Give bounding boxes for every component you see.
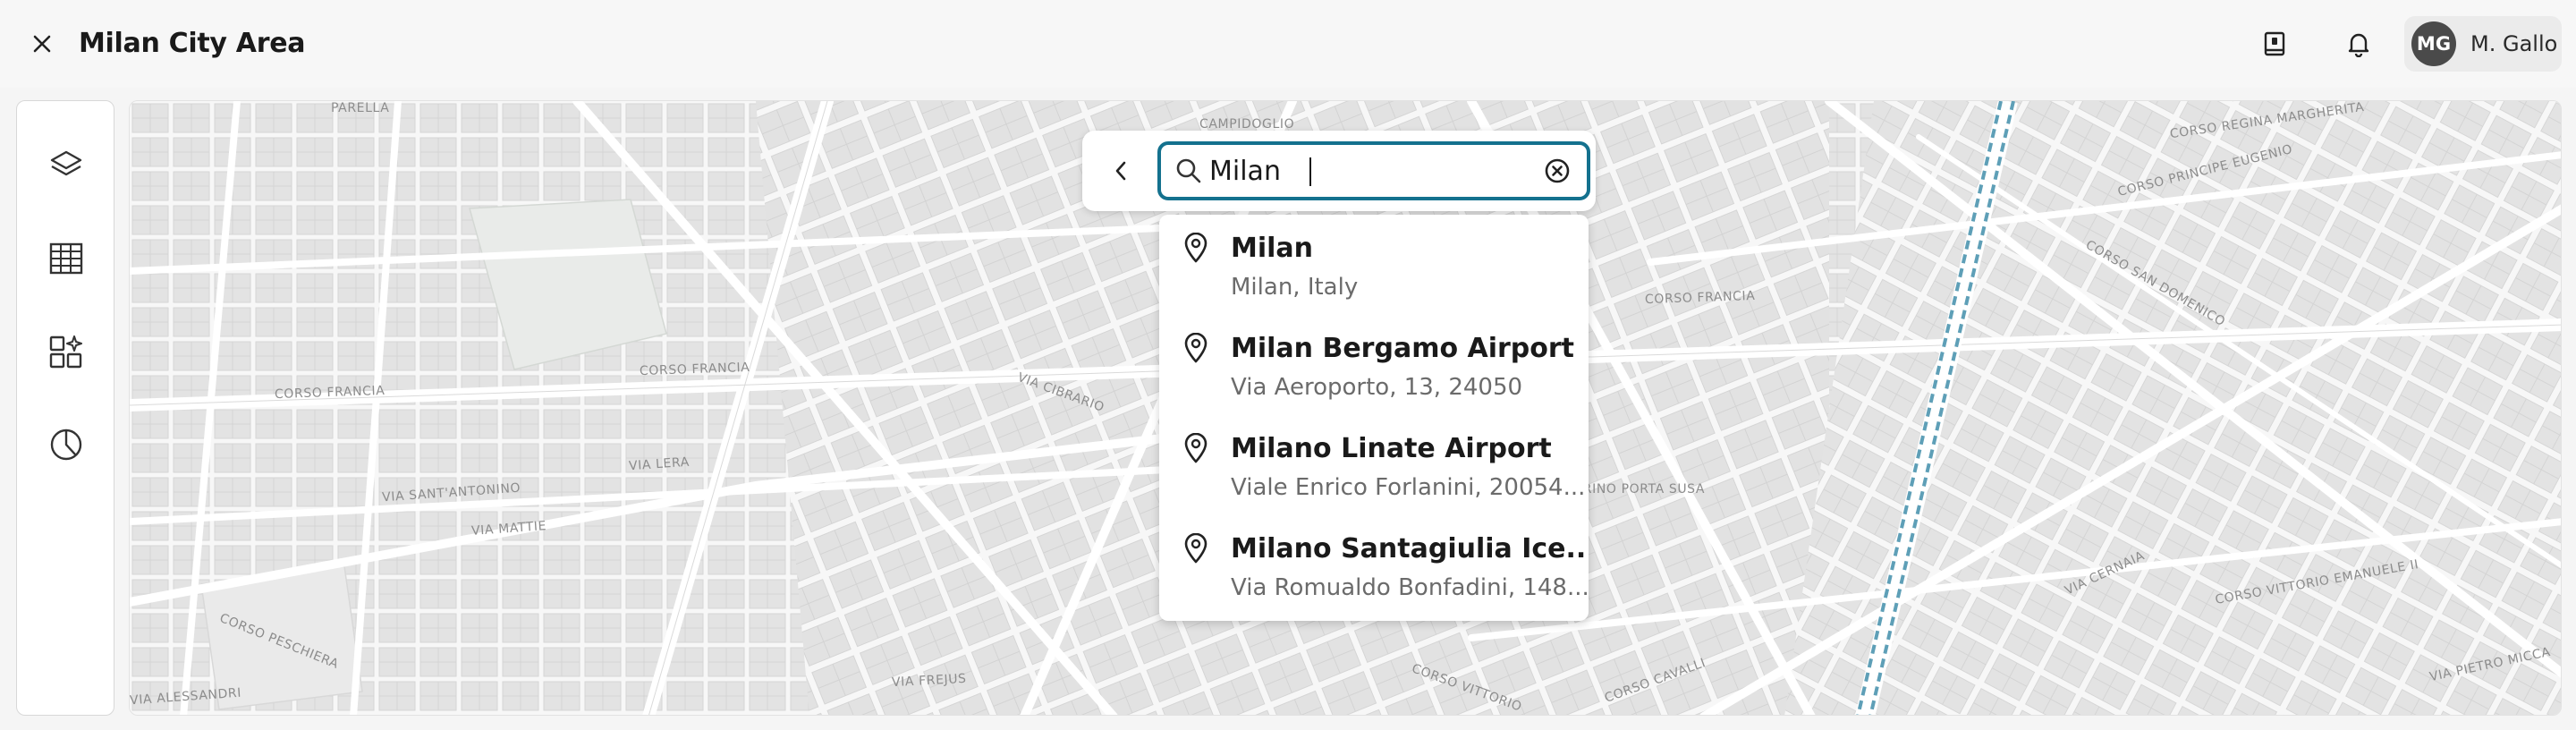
close-icon (33, 35, 51, 53)
result-address: Viale Enrico Forlanini, 20054... (1231, 474, 1586, 501)
bell-icon (2348, 33, 2369, 57)
result-name: Milano Santagiulia Ice... (1231, 533, 1589, 564)
search-panel (1082, 131, 1596, 211)
chevron-left-icon (1115, 161, 1126, 181)
table-button[interactable] (39, 232, 93, 285)
page-title: Milan City Area (79, 28, 306, 59)
location-pin-icon (1184, 233, 1208, 263)
close-button[interactable] (21, 23, 63, 64)
avatar: MG (2411, 21, 2456, 66)
notifications-button[interactable] (2336, 21, 2381, 66)
pie-chart-icon (50, 429, 82, 461)
result-address: Via Aeroporto, 13, 24050 (1231, 374, 1523, 401)
result-name: Milano Linate Airport (1231, 433, 1552, 464)
table-icon (49, 242, 83, 275)
location-pin-icon (1184, 533, 1208, 564)
street-label: Campidoglio (1199, 117, 1295, 132)
result-address: Milan, Italy (1231, 274, 1359, 301)
search-icon (1176, 158, 1201, 183)
search-results-dropdown: Milan Milan, Italy Milan Bergamo Airport… (1159, 215, 1589, 621)
layers-icon (50, 150, 82, 176)
search-result-item[interactable]: Milano Linate Airport Viale Enrico Forla… (1159, 415, 1589, 515)
back-button[interactable] (1100, 150, 1141, 191)
layers-button[interactable] (39, 139, 93, 192)
book-button[interactable] (2252, 21, 2297, 66)
location-pin-icon (1184, 333, 1208, 363)
user-name: M. Gallo (2470, 31, 2558, 56)
analytics-button[interactable] (39, 418, 93, 471)
widgets-button[interactable] (39, 325, 93, 378)
search-result-item[interactable]: Milan Milan, Italy (1159, 215, 1589, 315)
result-address: Via Romualdo Bonfadini, 148... (1231, 574, 1589, 601)
search-result-item[interactable]: Milan Bergamo Airport Via Aeroporto, 13,… (1159, 315, 1589, 415)
street-label: Parella (331, 101, 390, 115)
text-caret (1309, 157, 1311, 186)
search-field[interactable] (1157, 141, 1590, 200)
location-pin-icon (1184, 433, 1208, 463)
app-header: Milan City Area MG M. Gallo (0, 0, 2576, 88)
book-icon (2264, 31, 2285, 56)
result-name: Milan (1231, 233, 1314, 264)
result-name: Milan Bergamo Airport (1231, 333, 1575, 364)
user-menu[interactable]: MG M. Gallo (2404, 16, 2562, 72)
widgets-icon (49, 335, 82, 369)
clear-circle-icon (1545, 158, 1570, 183)
search-result-item[interactable]: Milano Santagiulia Ice... Via Romualdo B… (1159, 515, 1589, 615)
search-input[interactable] (1209, 150, 1531, 191)
clear-search-button[interactable] (1542, 156, 1572, 186)
map-toolbar (16, 100, 114, 716)
